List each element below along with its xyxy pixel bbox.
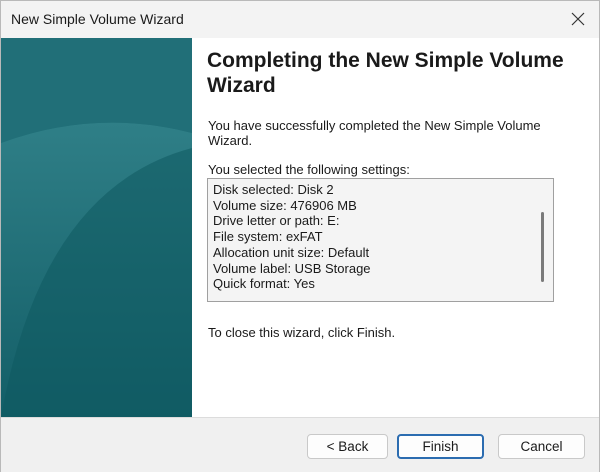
finish-button[interactable]: Finish (397, 434, 484, 459)
settings-scrollbar-thumb[interactable] (541, 212, 544, 282)
setting-item: Volume label: USB Storage (213, 260, 371, 276)
close-icon (571, 12, 585, 26)
setting-item: Disk selected: Disk 2 (213, 182, 334, 197)
settings-label: You selected the following settings: (208, 162, 410, 177)
wizard-content: Completing the New Simple Volume Wizard … (1, 38, 599, 417)
close-instruction: To close this wizard, click Finish. (208, 325, 396, 340)
wizard-heading: Completing the New Simple Volume Wizard (207, 49, 564, 97)
setting-item: Allocation unit size: Default (213, 244, 370, 260)
wizard-side-banner (1, 38, 192, 417)
wizard-window: New Simple Volume Wizard Completing the … (0, 0, 600, 472)
setting-item: Volume size: 476906 MB (213, 197, 357, 213)
window-title: New Simple Volume Wizard (11, 11, 184, 27)
cancel-button[interactable]: Cancel (498, 434, 585, 459)
close-button[interactable] (563, 5, 593, 33)
button-bar: < Back Finish Cancel (1, 417, 599, 472)
setting-item: Quick format: Yes (213, 276, 315, 292)
settings-listbox[interactable]: Disk selected: Disk 2 Volume size: 47690… (207, 178, 554, 302)
setting-item: File system: exFAT (213, 229, 323, 245)
setting-item: Drive letter or path: E: (213, 213, 340, 229)
settings-list: Disk selected: Disk 2 Volume size: 47690… (213, 182, 371, 292)
success-message: You have successfully completed the New … (208, 118, 541, 148)
back-button[interactable]: < Back (307, 434, 388, 459)
title-bar: New Simple Volume Wizard (1, 1, 599, 38)
banner-graphic (1, 38, 192, 417)
